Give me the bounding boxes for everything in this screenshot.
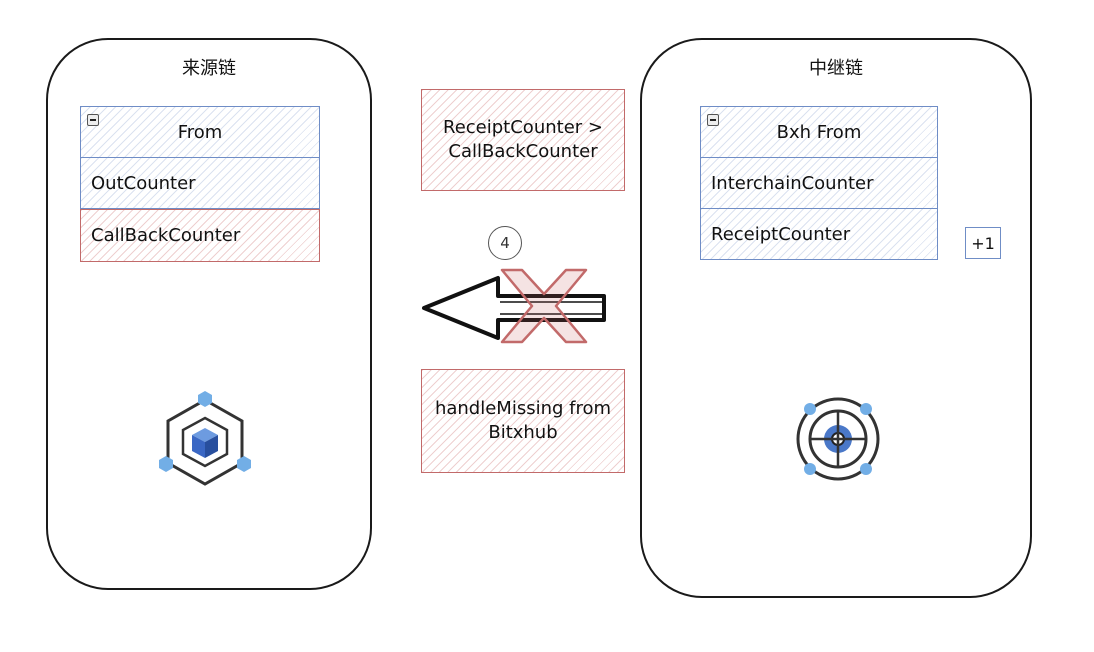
source-chain-title: 来源链 — [182, 58, 236, 79]
source-row-label: OutCounter — [91, 172, 196, 194]
source-row-outcounter: OutCounter — [80, 157, 320, 209]
condition-note-text: ReceiptCounter > CallBackCounter — [443, 117, 603, 162]
cube-network-icon — [159, 391, 251, 486]
source-row-label: CallBackCounter — [91, 225, 241, 246]
source-table-header-label: From — [177, 121, 223, 143]
relay-chain-table: Bxh From InterchainCounter ReceiptCounte… — [700, 106, 938, 260]
minus-collapse-icon[interactable] — [707, 114, 719, 126]
source-table-header: From — [80, 106, 320, 158]
handler-note-text: handleMissing from Bitxhub — [434, 398, 612, 443]
step-number: 4 — [488, 226, 522, 260]
cross-x-icon — [500, 268, 588, 344]
relay-chain-title: 中继链 — [809, 58, 863, 79]
relay-row-label: ReceiptCounter — [711, 223, 851, 245]
handler-note: handleMissing from Bitxhub — [421, 369, 625, 473]
condition-note: ReceiptCounter > CallBackCounter — [421, 89, 625, 191]
source-row-callbackcounter: CallBackCounter — [80, 209, 320, 262]
target-hub-icon — [796, 397, 880, 481]
relay-row-receiptcounter: ReceiptCounter — [700, 208, 938, 260]
relay-row-interchaincounter: InterchainCounter — [700, 157, 938, 209]
increment-badge: +1 — [965, 227, 1001, 259]
relay-table-header-label: Bxh From — [776, 121, 862, 143]
relay-table-header: Bxh From — [700, 106, 938, 158]
relay-row-label: InterchainCounter — [711, 172, 874, 194]
source-chain-table: From OutCounter CallBackCounter — [80, 106, 320, 262]
minus-collapse-icon[interactable] — [87, 114, 99, 126]
